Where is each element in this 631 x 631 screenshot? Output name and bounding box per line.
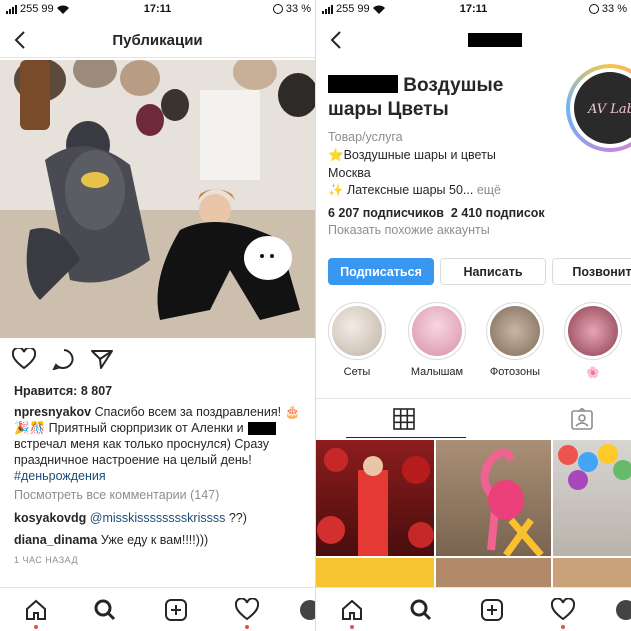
message-button[interactable]: Написать (440, 258, 546, 285)
orientation-lock-icon (272, 4, 283, 14)
grid-photo[interactable] (316, 440, 434, 556)
highlight-item[interactable]: Фотозоны (484, 302, 546, 378)
search-icon[interactable] (409, 598, 433, 622)
highlight-image (568, 306, 618, 356)
redacted-block (328, 75, 398, 93)
grid-photo[interactable] (436, 440, 551, 556)
profile-name: Воздушые шары Цветы (328, 74, 548, 122)
post-timestamp: 1 ЧАС НАЗАД (14, 555, 79, 565)
highlight-label: Малышам (410, 366, 464, 378)
highlight-image (332, 306, 382, 356)
profile-category: Товар/услуга (328, 130, 403, 144)
bottom-tab-bar (0, 587, 315, 631)
highlight-label: Сеты (343, 366, 371, 378)
redacted-block (247, 422, 276, 436)
heart-icon[interactable] (551, 598, 575, 622)
profile-name-line2: шары Цветы (328, 99, 449, 120)
bio-line: Москва (328, 166, 371, 180)
bio-more-link[interactable]: ещё (473, 183, 501, 197)
grid-icon[interactable] (393, 408, 415, 430)
profile-avatar-icon[interactable] (300, 600, 315, 620)
post-screen: 255 99 17:11 33 % Публикации Нравится: 8… (0, 0, 315, 631)
comment-text: Уже еду к вам!!!!))) (97, 533, 209, 547)
status-time: 17:11 (143, 3, 172, 15)
profile-content-tabs (316, 398, 631, 438)
notification-dot (561, 625, 565, 629)
notification-dot (34, 625, 38, 629)
likes-count[interactable]: Нравится: 8 807 (14, 384, 112, 398)
heart-icon[interactable] (235, 598, 259, 622)
tagged-icon[interactable] (571, 408, 593, 430)
caption-username[interactable]: npresnyakov (14, 405, 91, 419)
hashtag-link[interactable]: #деньрождения (14, 469, 106, 483)
bio-text: ✨ Латексные шары 50... (328, 183, 474, 197)
post-image (0, 60, 315, 338)
comment-username[interactable]: kosyakovdg (14, 511, 86, 525)
comment-mention[interactable]: @misskisssssssskrissss (90, 511, 226, 525)
battery-text: 33 % (285, 3, 311, 15)
comment-row: kosyakovdg @misskisssssssskrissss ??) (14, 511, 310, 525)
comment-row: diana_dinama Уже еду к вам!!!!))) (14, 533, 310, 547)
avatar-logo-text: AV Lab (588, 102, 631, 117)
bio-line: ⭐Воздушные шары и цветы (328, 148, 496, 162)
grid-photo[interactable] (316, 558, 434, 588)
search-icon[interactable] (93, 598, 117, 622)
nav-bar (316, 24, 631, 58)
caption-text: 🎉🎊 Приятный сюрпризик от Аленки и (14, 421, 244, 435)
add-icon[interactable] (164, 598, 188, 622)
call-button[interactable]: Позвонит (552, 258, 631, 285)
notification-dot (350, 625, 354, 629)
redacted-username (468, 33, 522, 47)
similar-accounts-link[interactable]: Показать похожие аккаунты (328, 223, 490, 237)
caption-text: праздничное настроение на целый день! (14, 453, 252, 467)
caption-text: встречал меня как только проснулся) Сраз… (14, 437, 270, 451)
status-bar: 255 99 17:11 33 % (0, 0, 315, 20)
post-actions (12, 348, 132, 374)
grid-photo[interactable] (553, 558, 631, 588)
grid-photo[interactable] (436, 558, 551, 588)
notification-dot (245, 625, 249, 629)
highlight-item[interactable]: Малышам (406, 302, 468, 378)
highlight-label: Фотозоны (489, 366, 541, 378)
comment-text: ??) (225, 511, 247, 525)
battery-text: 33 % (601, 3, 627, 15)
caption-text: Спасибо всем за поздравления! 🎂 (94, 405, 301, 419)
post-photo[interactable] (0, 60, 315, 338)
follow-button[interactable]: Подписаться (328, 258, 434, 285)
status-time: 17:11 (459, 3, 488, 15)
heart-icon[interactable] (12, 348, 36, 370)
active-tab-indicator (346, 437, 466, 438)
comment-icon[interactable] (52, 348, 76, 370)
followers-count[interactable]: 6 207 подписчиков (328, 206, 444, 220)
profile-avatar[interactable]: AV Lab (566, 64, 631, 152)
following-count[interactable]: 2 410 подписок (451, 206, 545, 220)
post-caption: npresnyakov Спасибо всем за поздравления… (14, 404, 310, 484)
view-all-comments-link[interactable]: Посмотреть все комментарии (147) (14, 488, 219, 502)
nav-bar: Публикации (0, 24, 315, 58)
grid-photo[interactable] (553, 440, 631, 556)
bio-line: ✨ Латексные шары 50... ещё (328, 183, 568, 198)
profile-avatar-icon[interactable] (616, 600, 631, 620)
home-icon[interactable] (340, 598, 364, 622)
follow-counts: 6 207 подписчиков 2 410 подписок (328, 206, 545, 220)
page-title: Публикации (112, 32, 203, 49)
profile-screen: 255 99 17:11 33 % Воздушые шары Цветы AV… (316, 0, 631, 631)
avatar-logo: AV Lab (574, 72, 631, 144)
highlight-item[interactable]: Сеты (326, 302, 388, 378)
share-icon[interactable] (90, 348, 114, 370)
profile-name-line1: Воздушые (403, 75, 504, 96)
bottom-tab-bar (316, 587, 631, 631)
comment-username[interactable]: diana_dinama (14, 533, 97, 547)
back-chevron-icon[interactable] (326, 28, 348, 52)
highlight-label: 🌸 (586, 367, 600, 379)
highlight-item[interactable]: 🌸 (562, 302, 624, 379)
orientation-lock-icon (588, 4, 599, 14)
home-icon[interactable] (24, 598, 48, 622)
add-icon[interactable] (480, 598, 504, 622)
status-bar: 255 99 17:11 33 % (316, 0, 631, 20)
highlight-image (490, 306, 540, 356)
highlight-image (412, 306, 462, 356)
